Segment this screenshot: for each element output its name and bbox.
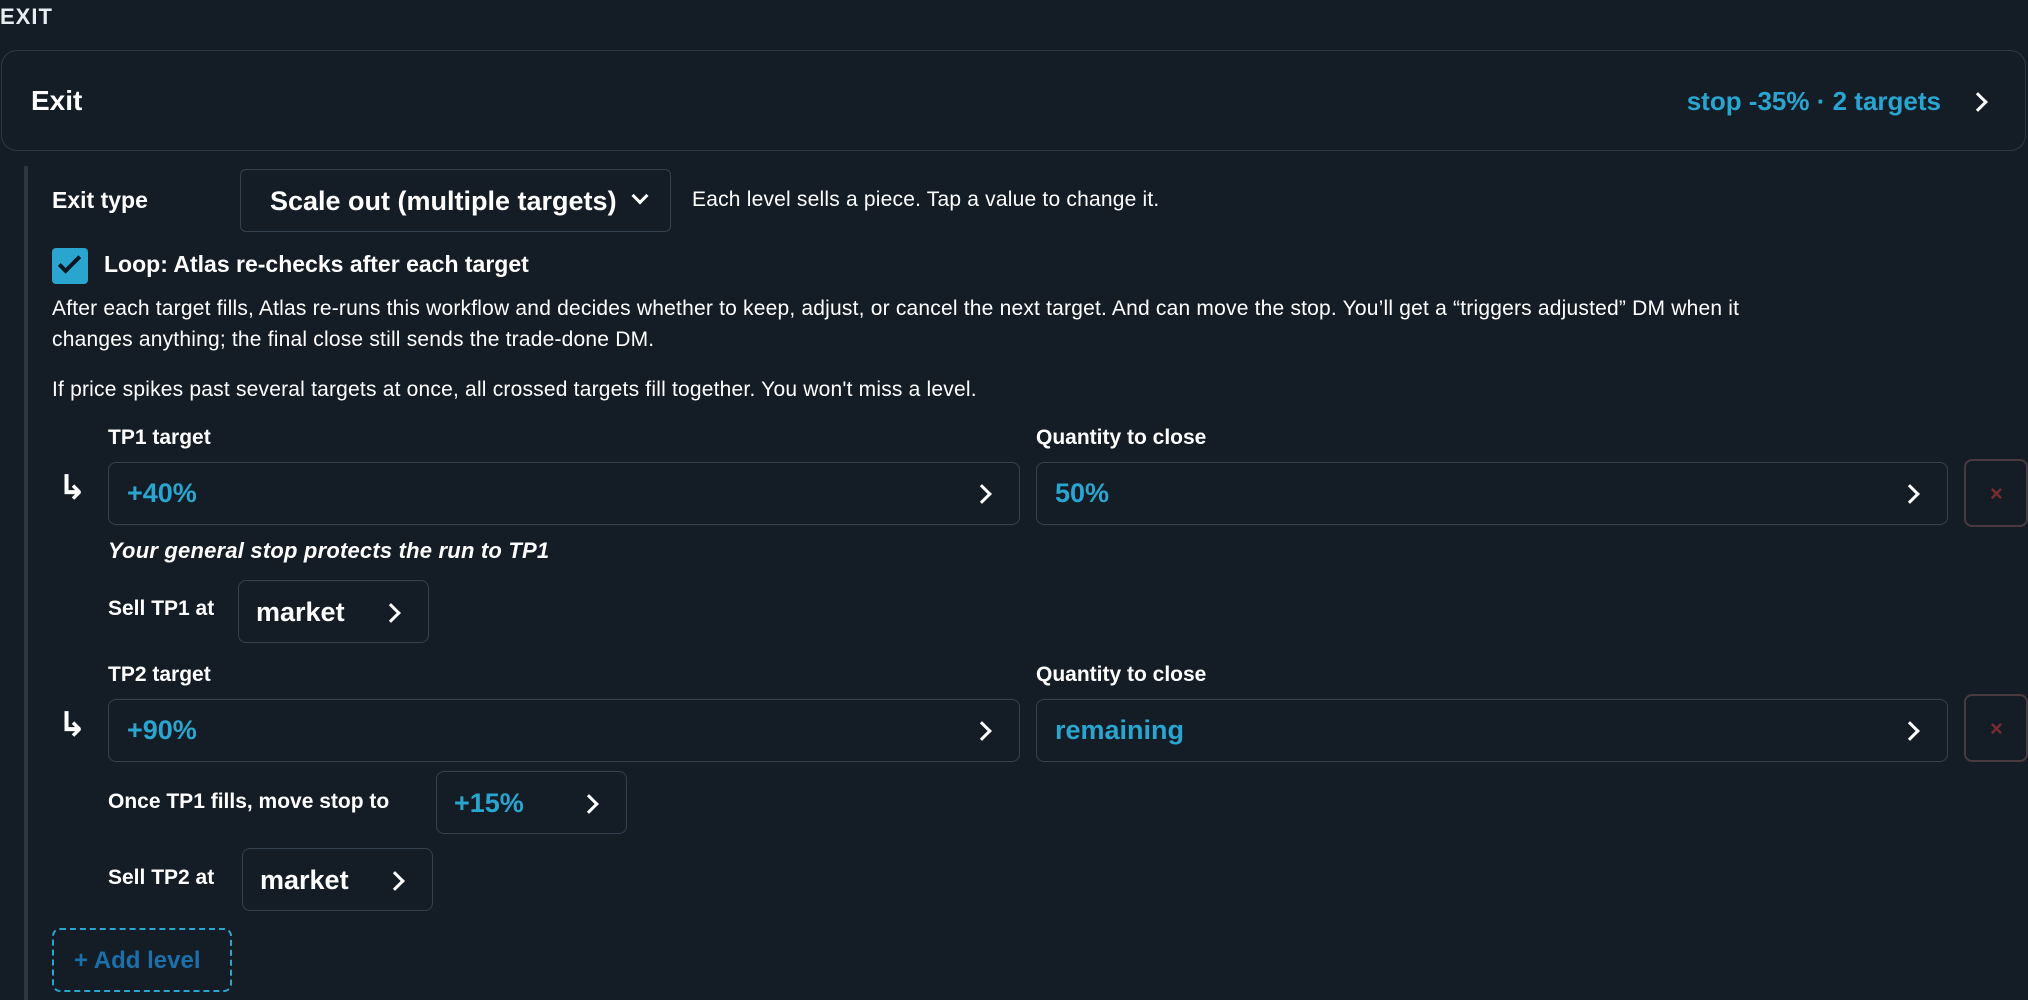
tp1-quantity-label: Quantity to close: [1036, 426, 1207, 449]
tp1-target-field[interactable]: +40%: [108, 462, 1020, 525]
add-level-label: + Add level: [74, 947, 201, 974]
delete-tp1-button[interactable]: ×: [1964, 459, 2028, 527]
tp2-sell-order-type[interactable]: market: [242, 848, 433, 911]
tp1-quantity-field[interactable]: 50%: [1036, 462, 1948, 525]
delete-tp2-button[interactable]: ×: [1964, 694, 2028, 762]
chevron-right-icon: [1968, 92, 1988, 112]
chevron-right-icon: [381, 603, 401, 623]
exit-type-value: Scale out (multiple targets): [270, 186, 617, 216]
loop-description-line1: After each target fills, Atlas re-runs t…: [52, 297, 1740, 320]
chevron-right-icon: [385, 871, 405, 891]
chevron-down-icon: [631, 187, 649, 205]
tp2-target-field[interactable]: +90%: [108, 699, 1020, 762]
move-stop-label: Once TP1 fills, move stop to: [108, 790, 390, 813]
exit-type-select[interactable]: Scale out (multiple targets): [240, 169, 671, 232]
tp1-sell-label: Sell TP1 at: [108, 597, 215, 620]
move-stop-value: +15%: [454, 788, 524, 818]
exit-summary-card[interactable]: Exit stop -35% · 2 targets: [1, 50, 2026, 151]
exit-type-label: Exit type: [52, 187, 148, 213]
move-stop-field[interactable]: +15%: [436, 771, 627, 834]
chevron-right-icon: [972, 721, 992, 741]
tp2-quantity-value: remaining: [1055, 715, 1185, 745]
exit-card-title: Exit: [31, 85, 83, 116]
close-icon: ×: [1990, 481, 2003, 506]
chevron-right-icon: [579, 794, 599, 814]
chevron-right-icon: [1900, 484, 1920, 504]
close-icon: ×: [1990, 716, 2003, 741]
tp1-target-value: +40%: [127, 478, 197, 508]
tp1-note: Your general stop protects the run to TP…: [108, 538, 550, 563]
tp2-sell-label: Sell TP2 at: [108, 866, 215, 889]
tp2-sell-value: market: [260, 865, 349, 895]
tp2-quantity-label: Quantity to close: [1036, 663, 1207, 686]
level-arrow-icon: ↳: [58, 706, 87, 744]
tp2-quantity-field[interactable]: remaining: [1036, 699, 1948, 762]
loop-label[interactable]: Loop: Atlas re-checks after each target: [104, 251, 529, 278]
tp1-target-label: TP1 target: [108, 426, 211, 449]
loop-checkbox[interactable]: [52, 248, 88, 284]
section-label: EXIT: [0, 4, 53, 29]
check-icon: [57, 250, 82, 274]
chevron-right-icon: [972, 484, 992, 504]
tp2-target-value: +90%: [127, 715, 197, 745]
tp1-sell-order-type[interactable]: market: [238, 580, 429, 643]
indent-rule: [24, 166, 28, 1000]
loop-description-line2: changes anything; the final close still …: [52, 328, 655, 351]
tp2-target-label: TP2 target: [108, 663, 211, 686]
tp1-sell-value: market: [256, 597, 345, 627]
add-level-button[interactable]: + Add level: [52, 928, 232, 992]
exit-type-hint: Each level sells a piece. Tap a value to…: [692, 188, 1160, 211]
spike-note: If price spikes past several targets at …: [52, 378, 977, 401]
level-arrow-icon: ↳: [58, 469, 87, 507]
chevron-right-icon: [1900, 721, 1920, 741]
tp1-quantity-value: 50%: [1055, 478, 1110, 508]
exit-card-summary: stop -35% · 2 targets: [1686, 86, 1941, 116]
